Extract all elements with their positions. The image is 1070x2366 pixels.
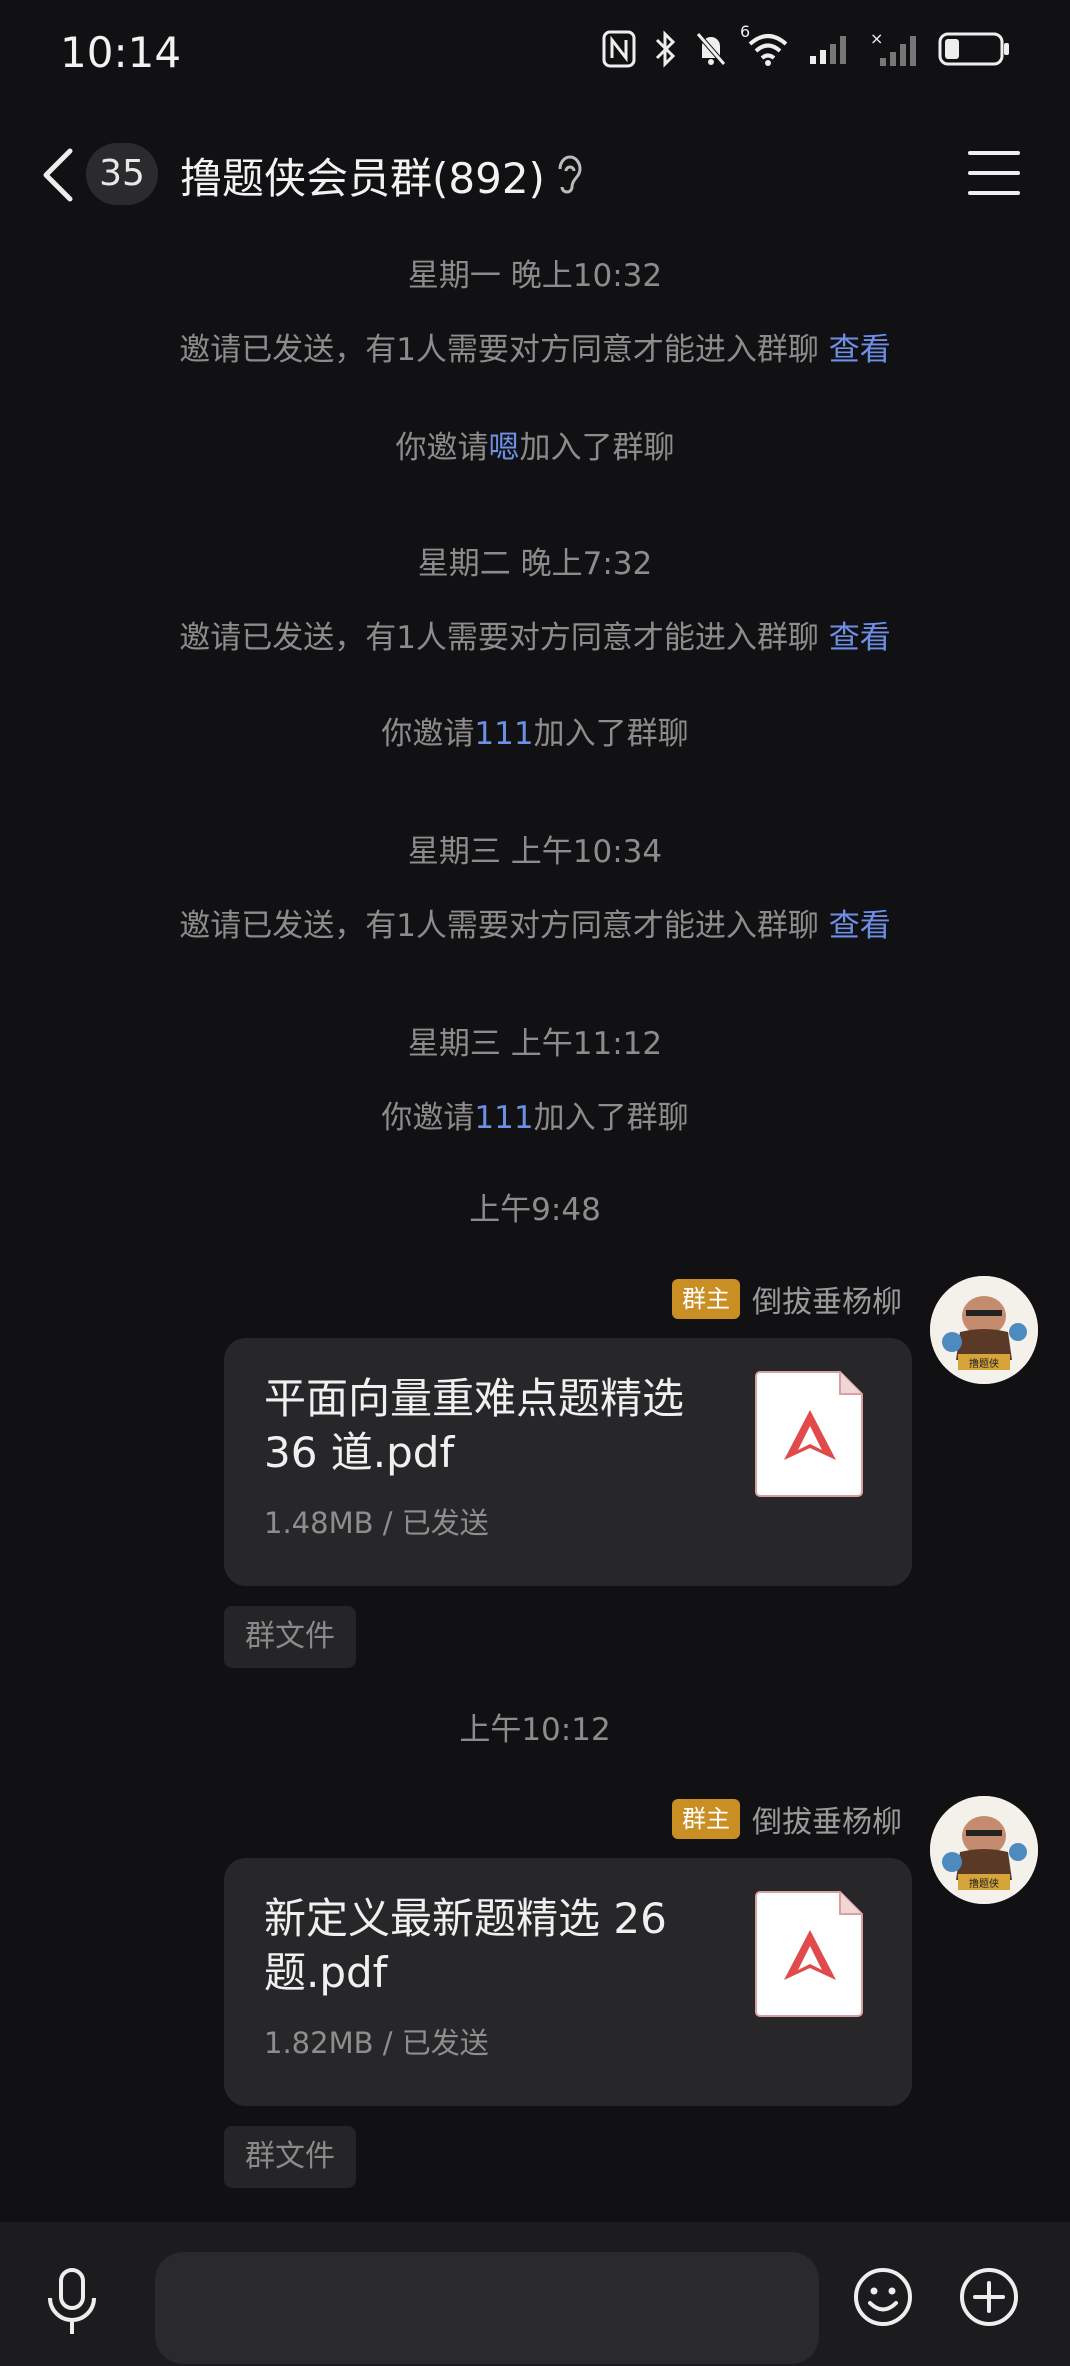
avatar-text: 撸题侠: [969, 1877, 999, 1890]
sender-line: 群主 倒拔垂杨柳: [672, 1278, 902, 1320]
view-link[interactable]: 查看: [829, 620, 891, 656]
menu-icon[interactable]: [968, 147, 1020, 199]
status-bar: 10:14 6 ×: [0, 0, 1070, 110]
signal-icon: [810, 36, 846, 64]
group-file-chip[interactable]: 群文件: [224, 1606, 356, 1668]
chat-header: 35 撸题侠会员群(892): [0, 125, 1070, 225]
system-invite-message: 邀请已发送，有1人需要对方同意才能进入群聊 查看: [0, 324, 1070, 369]
svg-text:×: ×: [870, 30, 883, 48]
status-time: 10:14: [60, 28, 182, 77]
bluetooth-icon: [655, 30, 676, 68]
sender-line: 群主 倒拔垂杨柳: [672, 1798, 902, 1840]
status-icons: 6 ×: [602, 22, 1010, 68]
file-message-bubble[interactable]: 新定义最新题精选 26 题.pdf 1.82MB / 已发送: [224, 1858, 912, 2106]
timestamp: 星期二 晚上7:32: [417, 546, 653, 582]
owner-badge: 群主: [672, 1279, 740, 1319]
view-link[interactable]: 查看: [829, 908, 891, 944]
timestamp: 星期三 上午11:12: [407, 1026, 663, 1062]
invite-text: 邀请已发送，有1人需要对方同意才能进入群聊: [179, 908, 819, 944]
mute-icon: [696, 32, 726, 66]
file-message-bubble[interactable]: 平面向量重难点题精选36 道.pdf 1.48MB / 已发送: [224, 1338, 912, 1586]
chat-title[interactable]: 撸题侠会员群(892): [180, 145, 545, 206]
join-prefix: 你邀请: [395, 430, 489, 466]
timestamp: 星期三 上午10:34: [407, 834, 663, 870]
pdf-file-icon: [755, 1371, 863, 1497]
message-input[interactable]: [155, 2252, 819, 2364]
plus-icon[interactable]: [958, 2266, 1020, 2328]
timestamp: 上午10:12: [459, 1712, 611, 1748]
view-link[interactable]: 查看: [829, 332, 891, 368]
join-prefix: 你邀请: [381, 716, 475, 752]
battery-icon: [938, 32, 1009, 66]
file-name: 新定义最新题精选 26 题.pdf: [264, 1894, 667, 1997]
avatar-text: 撸题侠: [969, 1357, 999, 1370]
owner-badge: 群主: [672, 1799, 740, 1839]
avatar[interactable]: 撸题侠: [930, 1276, 1038, 1384]
file-meta: 1.82MB / 已发送: [264, 2026, 489, 2060]
system-invite-message: 邀请已发送，有1人需要对方同意才能进入群聊 查看: [0, 612, 1070, 657]
group-file-chip[interactable]: 群文件: [224, 2126, 356, 2188]
ear-icon[interactable]: [552, 151, 586, 201]
sender-name[interactable]: 倒拔垂杨柳: [752, 1277, 902, 1321]
unread-count-badge[interactable]: 35: [86, 143, 158, 205]
back-icon[interactable]: [36, 145, 82, 205]
signal-off-icon: ×: [870, 30, 916, 66]
system-invite-message: 邀请已发送，有1人需要对方同意才能进入群聊 查看: [0, 900, 1070, 945]
system-join-message: 你邀请嗯加入了群聊: [0, 422, 1070, 467]
member-nickname[interactable]: 111: [474, 716, 533, 752]
member-nickname[interactable]: 嗯: [489, 430, 520, 466]
invite-text: 邀请已发送，有1人需要对方同意才能进入群聊: [179, 620, 819, 656]
file-meta: 1.48MB / 已发送: [264, 1506, 489, 1540]
wifi-icon: [748, 34, 788, 66]
join-suffix: 加入了群聊: [533, 1100, 689, 1136]
join-prefix: 你邀请: [381, 1100, 475, 1136]
file-name: 平面向量重难点题精选36 道.pdf: [264, 1374, 685, 1477]
sender-name[interactable]: 倒拔垂杨柳: [752, 1797, 902, 1841]
member-nickname[interactable]: 111: [474, 1100, 533, 1136]
emoji-icon[interactable]: [852, 2266, 914, 2328]
timestamp: 星期一 晚上10:32: [407, 258, 663, 294]
mic-icon[interactable]: [44, 2268, 100, 2336]
nfc-icon: [602, 30, 636, 68]
pdf-file-icon: [755, 1891, 863, 2017]
timestamp: 上午9:48: [469, 1192, 601, 1228]
invite-text: 邀请已发送，有1人需要对方同意才能进入群聊: [179, 332, 819, 368]
wifi-label: 6: [740, 22, 751, 41]
avatar[interactable]: 撸题侠: [930, 1796, 1038, 1904]
join-suffix: 加入了群聊: [519, 430, 675, 466]
join-suffix: 加入了群聊: [533, 716, 689, 752]
system-join-message: 你邀请111加入了群聊: [0, 708, 1070, 753]
wifi-indicator: 6: [740, 22, 790, 68]
input-bar: [0, 2222, 1070, 2366]
avatar-image: 撸题侠: [930, 1276, 1038, 1384]
avatar-image: 撸题侠: [930, 1796, 1038, 1904]
system-join-message: 你邀请111加入了群聊: [0, 1092, 1070, 1137]
